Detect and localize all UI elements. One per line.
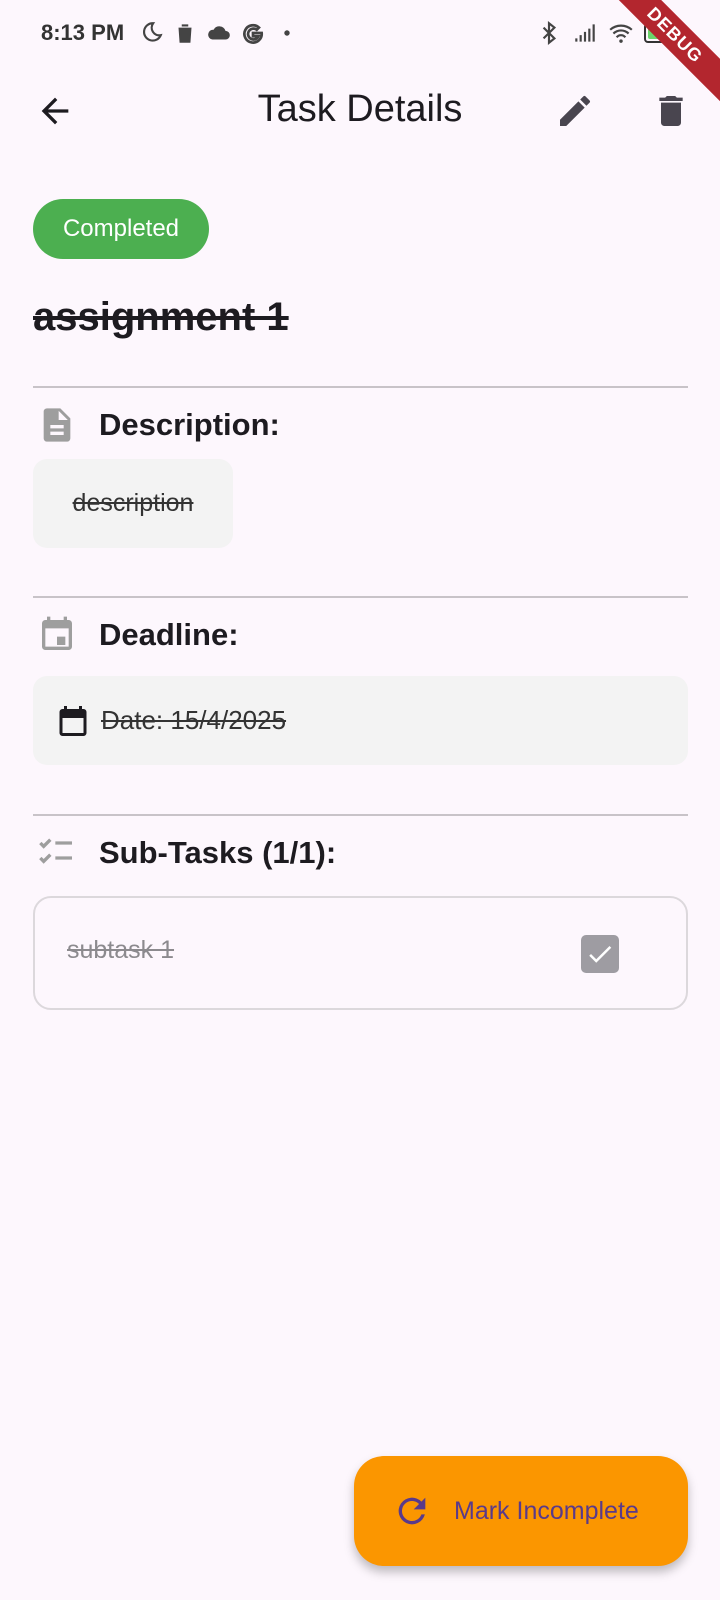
status-badge: Completed [33, 199, 209, 259]
refresh-icon [398, 1497, 426, 1525]
deadline-label: Deadline: [99, 617, 239, 652]
deadline-header: Deadline: [37, 615, 239, 655]
subtasks-header: Sub-Tasks (1/1): [37, 833, 336, 873]
calendar-icon [37, 615, 77, 655]
subtask-label: subtask 1 [67, 936, 175, 964]
subtasks-label: Sub-Tasks (1/1): [99, 835, 337, 870]
trash-icon [177, 24, 193, 43]
app-bar: Task Details [0, 70, 720, 150]
wifi-icon [609, 24, 633, 43]
check-icon [589, 946, 612, 963]
mark-incomplete-button[interactable]: Mark Incomplete [354, 1456, 688, 1566]
description-label: Description: [99, 407, 280, 442]
description-box: description [33, 459, 233, 548]
description-header: Description: [37, 405, 280, 445]
edit-icon [560, 95, 590, 126]
delete-icon [659, 96, 683, 126]
checklist-icon [37, 833, 77, 873]
calendar-small-icon [59, 705, 87, 736]
status-time: 8:13 PM [41, 20, 125, 45]
google-icon [243, 23, 264, 44]
divider [33, 814, 688, 816]
deadline-box: Date: 15/4/2025 [33, 676, 688, 765]
page-title: Task Details [257, 88, 463, 130]
document-icon [37, 405, 77, 445]
cloud-icon [208, 26, 230, 40]
signal-icon [575, 24, 595, 42]
dot-icon [284, 30, 290, 36]
status-left-icons [138, 20, 300, 46]
task-title: assignment 1 [33, 295, 289, 339]
deadline-date: Date: 15/4/2025 [101, 705, 287, 735]
divider [33, 386, 688, 388]
delete-button[interactable] [646, 86, 696, 136]
status-bar: 8:13 PM 75 [0, 0, 720, 70]
subtask-item: subtask 1 [33, 896, 688, 1010]
mark-incomplete-label: Mark Incomplete [454, 1496, 639, 1525]
divider [33, 596, 688, 598]
moon-icon [142, 22, 163, 42]
subtask-checkbox[interactable] [581, 935, 619, 973]
description-text: description [72, 489, 194, 517]
bluetooth-icon [542, 20, 557, 46]
edit-button[interactable] [550, 86, 600, 136]
